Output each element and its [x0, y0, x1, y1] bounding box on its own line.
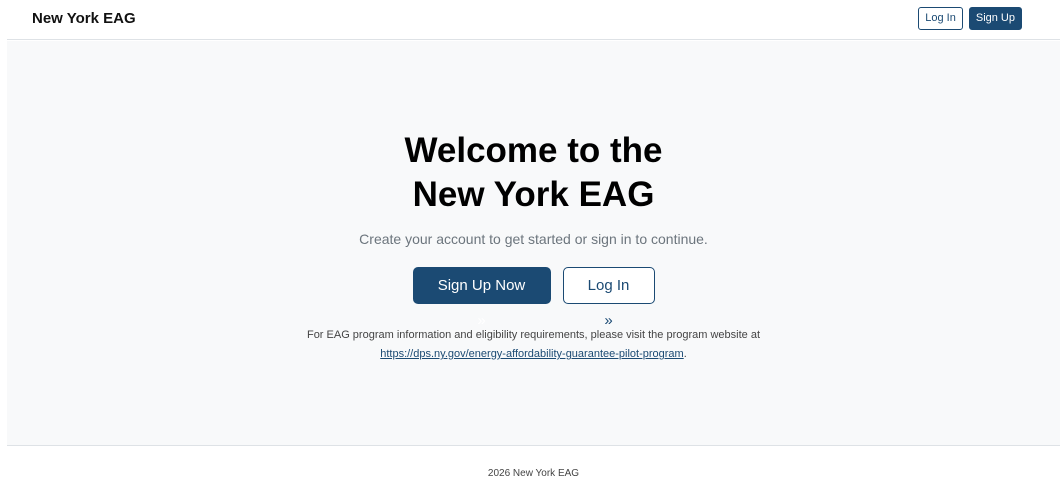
footer: 2026 New York EAG	[7, 446, 1060, 504]
brand-logo-text[interactable]: New York EAG	[32, 10, 136, 27]
program-website-link[interactable]: https://dps.ny.gov/energy-affordability-…	[380, 348, 683, 360]
hero-title: Welcome to the New York EAG	[7, 129, 1060, 217]
signup-now-button[interactable]: Sign Up Now »	[412, 267, 551, 329]
hero-title-line-2: New York EAG	[412, 175, 655, 214]
cta-group: Sign Up Now » Log In »	[7, 267, 1060, 329]
nav-signup-button[interactable]: Sign Up	[968, 7, 1022, 30]
hero-section: Welcome to the New York EAG Create your …	[7, 41, 1060, 446]
nav-actions: Log In Sign Up	[918, 7, 1022, 30]
program-info-text: For EAG program information and eligibil…	[7, 326, 1060, 364]
navbar: New York EAG Log In Sign Up	[7, 0, 1060, 40]
hero-lead-text: Create your account to get started or si…	[359, 231, 708, 247]
program-info-message: For EAG program information and eligibil…	[306, 329, 761, 341]
hero-title-line-1: Welcome to the	[404, 131, 663, 170]
nav-login-button[interactable]: Log In	[918, 7, 963, 30]
footer-copyright: 2026 New York EAG	[487, 468, 580, 479]
program-info-suffix: .	[683, 348, 687, 360]
login-cta-button[interactable]: Log In »	[562, 267, 655, 329]
